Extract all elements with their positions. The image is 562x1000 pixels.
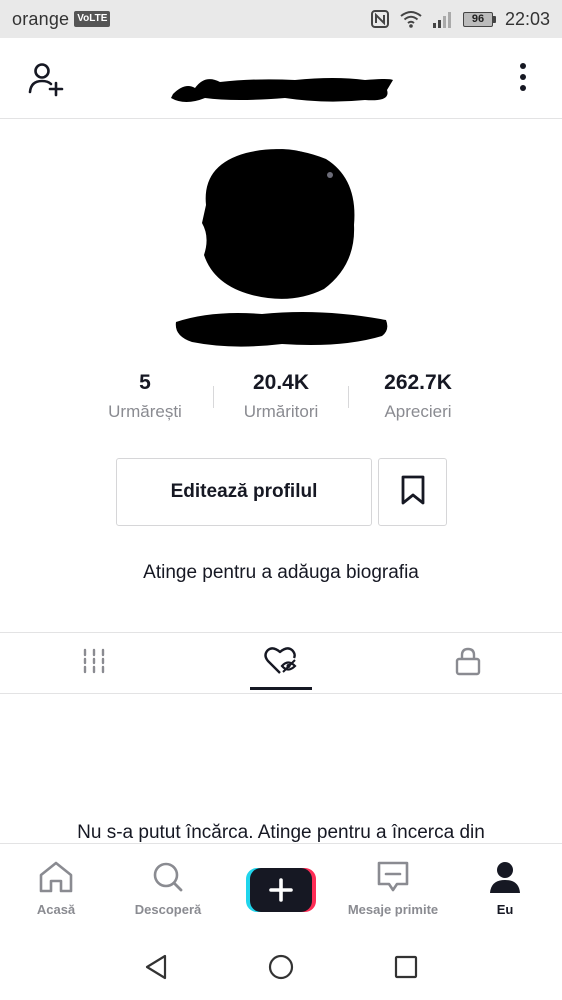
nav-me[interactable]: Eu [449, 860, 561, 930]
nav-home-label: Acasă [36, 902, 76, 917]
inbox-icon [337, 860, 449, 894]
stat-following[interactable]: 5 Urmărești [90, 368, 200, 422]
add-user-icon[interactable] [26, 60, 66, 100]
clock: 22:03 [504, 8, 550, 29]
nfc-icon [370, 9, 390, 29]
stat-followers[interactable]: 20.4K Urmăritori [226, 368, 336, 422]
active-tab-indicator [250, 687, 312, 690]
battery-level: 96 [462, 11, 493, 27]
profile-tabs [0, 632, 562, 694]
likes-label: Aprecieri [384, 402, 452, 421]
nav-me-label: Eu [496, 902, 514, 917]
nav-discover-label: Descoperă [134, 902, 202, 917]
liked-heart-icon [263, 646, 298, 681]
display-name-redacted [172, 306, 392, 354]
nav-inbox-label: Mesaje primite [347, 902, 439, 917]
followers-count: 20.4K [252, 371, 310, 394]
followers-label: Urmăritori [243, 402, 319, 421]
carrier-name: orange [12, 8, 70, 29]
nav-inbox[interactable]: Mesaje primite [337, 860, 449, 930]
username-redacted [165, 68, 395, 108]
profile-stats: 5 Urmărești 20.4K Urmăritori 262.7K Apre… [90, 368, 480, 432]
back-icon[interactable] [143, 953, 169, 981]
status-icons: 96 22:03 [370, 9, 550, 30]
nav-discover[interactable]: Descoperă [112, 860, 224, 930]
search-icon [112, 860, 224, 894]
signal-icon [432, 9, 454, 29]
recents-icon[interactable] [393, 953, 419, 981]
wifi-icon [399, 9, 423, 29]
bio-prompt[interactable]: Atinge pentru a adăuga biografia [0, 562, 562, 584]
profile-icon [449, 860, 561, 894]
android-navigation-bar [0, 933, 562, 1000]
home-circle-icon[interactable] [267, 953, 295, 981]
battery-icon: 96 [462, 11, 496, 27]
home-icon [0, 860, 112, 894]
status-bar: orange VoLTE 96 22:03 [0, 0, 562, 38]
volte-badge: VoLTE [74, 11, 111, 27]
tab-private[interactable] [374, 633, 561, 694]
following-label: Urmărești [108, 402, 182, 421]
avatar[interactable] [196, 145, 358, 303]
bookmark-icon [400, 474, 426, 511]
stat-divider [348, 386, 349, 408]
videos-grid-icon [81, 647, 107, 680]
bookmark-button[interactable] [378, 458, 447, 526]
edit-profile-button[interactable]: Editează profilul [116, 458, 372, 526]
more-vertical-icon[interactable] [510, 60, 536, 96]
profile-header [0, 38, 562, 119]
following-count: 5 [139, 371, 151, 394]
likes-count: 262.7K [384, 371, 452, 394]
lock-icon [454, 646, 482, 681]
create-video-button[interactable] [246, 868, 316, 912]
tab-videos[interactable] [0, 633, 187, 694]
nav-home[interactable]: Acasă [0, 860, 112, 930]
bottom-navigation: Acasă Descoperă Mesaje primite Eu [0, 843, 562, 933]
stat-likes[interactable]: 262.7K Aprecieri [358, 368, 478, 422]
tab-liked[interactable] [187, 633, 374, 694]
stat-divider [213, 386, 214, 408]
